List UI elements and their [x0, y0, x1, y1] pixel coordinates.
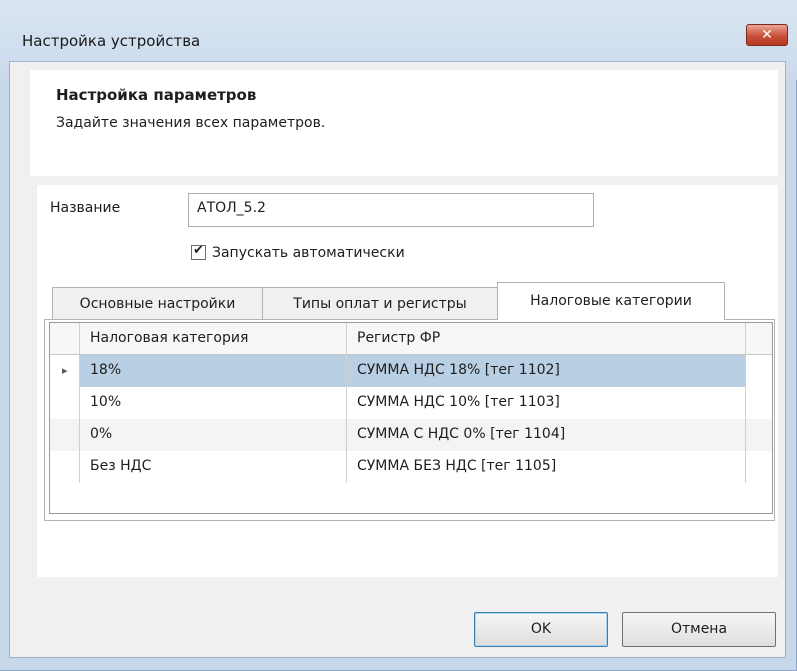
tax-category-grid[interactable]: Налоговая категория Регистр ФР ▸ 18% СУМ…: [49, 322, 773, 514]
close-button[interactable]: ✕: [746, 24, 788, 46]
grid-line: [346, 323, 347, 483]
device-settings-window: Настройка устройства ✕ Настройка парамет…: [0, 0, 797, 671]
row-header-corner: [50, 323, 80, 355]
grid-line: [79, 323, 80, 483]
register-cell[interactable]: СУММА БЕЗ НДС [тег 1105]: [347, 451, 746, 483]
checkmark-icon: ✔: [193, 243, 204, 258]
name-label: Название: [50, 200, 121, 216]
category-cell[interactable]: 18%: [80, 355, 347, 387]
window-title: Настройка устройства: [22, 32, 201, 50]
wizard-header: Настройка параметров Задайте значения вс…: [30, 70, 778, 176]
header-title: Настройка параметров: [56, 86, 257, 104]
tab-tax-categories[interactable]: Налоговые категории: [497, 282, 725, 320]
autostart-checkbox[interactable]: ✔: [191, 243, 206, 260]
name-input[interactable]: АТОЛ_5.2: [188, 193, 594, 227]
table-row[interactable]: ▸ 18% СУММА НДС 18% [тег 1102]: [50, 355, 772, 387]
close-icon: ✕: [761, 27, 773, 43]
tab-payment-types[interactable]: Типы оплат и регистры: [262, 287, 498, 320]
table-row[interactable]: 0% СУММА С НДС 0% [тег 1104]: [50, 419, 772, 451]
autostart-label[interactable]: Запускать автоматически: [212, 245, 405, 261]
header-subtitle: Задайте значения всех параметров.: [56, 115, 326, 131]
table-row[interactable]: 10% СУММА НДС 10% [тег 1103]: [50, 387, 772, 419]
ok-button[interactable]: OK: [474, 612, 608, 647]
header-filler: [746, 323, 772, 355]
category-cell[interactable]: 0%: [80, 419, 347, 451]
table-row[interactable]: Без НДС СУММА БЕЗ НДС [тег 1105]: [50, 451, 772, 483]
column-header-category[interactable]: Налоговая категория: [80, 323, 347, 355]
cancel-button[interactable]: Отмена: [622, 612, 776, 647]
register-cell[interactable]: СУММА НДС 18% [тег 1102]: [347, 355, 746, 387]
register-cell[interactable]: СУММА НДС 10% [тег 1103]: [347, 387, 746, 419]
category-cell[interactable]: Без НДС: [80, 451, 347, 483]
category-cell[interactable]: 10%: [80, 387, 347, 419]
current-row-indicator-icon: ▸: [50, 355, 80, 387]
grid-header-row: Налоговая категория Регистр ФР: [50, 323, 772, 355]
grid-line: [745, 323, 746, 483]
column-header-register[interactable]: Регистр ФР: [347, 323, 746, 355]
tab-main-settings[interactable]: Основные настройки: [52, 287, 263, 320]
register-cell[interactable]: СУММА С НДС 0% [тег 1104]: [347, 419, 746, 451]
